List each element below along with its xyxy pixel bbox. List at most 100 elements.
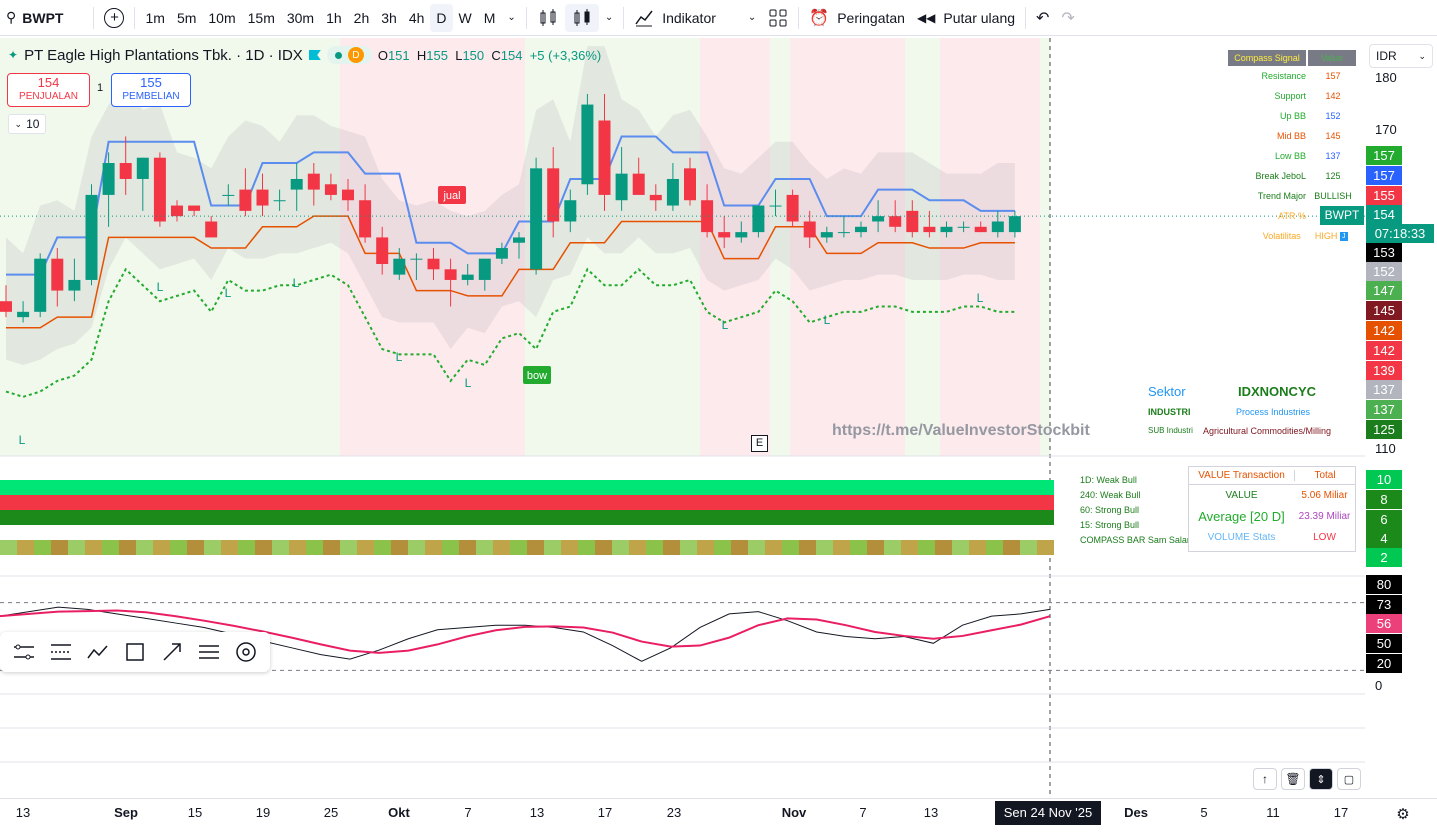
shape-tool[interactable] — [119, 636, 150, 668]
compass-bar-cell — [510, 510, 527, 525]
compass-bar-cell — [68, 540, 85, 555]
compass-bar-cell — [459, 540, 476, 555]
compass-bar-cell — [85, 480, 102, 495]
compass-bar-cell — [17, 540, 34, 555]
interval-2h[interactable]: 2h — [348, 4, 376, 32]
interval-M[interactable]: M — [478, 4, 502, 32]
time-axis[interactable]: 13 Sep 15 19 25 Okt 7 13 17 23 Nov 7 13 Des 5 11 17 Sen … — [0, 798, 1437, 833]
undo-button[interactable]: ↶ — [1030, 4, 1055, 32]
compass-bar-cell — [102, 495, 119, 510]
trend-lines-tool[interactable] — [8, 636, 39, 668]
compass-bar-cell — [136, 525, 153, 540]
collapse-pane-button[interactable]: ⇕ — [1309, 768, 1333, 790]
compass-bar-cell — [1003, 525, 1020, 540]
interval-1m[interactable]: 1m — [139, 4, 170, 32]
chevron-down-icon: ⌄ — [747, 12, 757, 23]
pattern-tool[interactable] — [82, 636, 113, 668]
text-tool[interactable] — [194, 636, 225, 668]
compass-bar-cell — [323, 510, 340, 525]
compass-bar-cell — [544, 480, 561, 495]
compass-bar-cell — [748, 495, 765, 510]
compass-bar-cell — [85, 525, 102, 540]
compass-bar-cell — [255, 510, 272, 525]
compass-bar-cell — [34, 540, 51, 555]
compass-bar-cell — [884, 510, 901, 525]
compass-bar-cell — [170, 525, 187, 540]
chart-type-more-button[interactable]: ⌄ — [599, 4, 619, 32]
compass-bar-cell — [986, 510, 1003, 525]
symbol-name: BWPT — [22, 9, 64, 26]
candle-body — [940, 226, 953, 233]
interval-1h[interactable]: 1h — [320, 4, 348, 32]
price-scale-label: 0 — [1375, 678, 1383, 693]
candle-body — [324, 184, 337, 195]
industri-row: INDUSTRI Process Industries — [1148, 407, 1358, 417]
interval-15m[interactable]: 15m — [242, 4, 281, 32]
maximize-pane-button[interactable]: ▢ — [1337, 768, 1361, 790]
buy-label: PEMBELIAN — [122, 91, 180, 102]
separator — [623, 6, 625, 29]
legend-title[interactable]: PT Eagle High Plantations Tbk. · 1D · ID… — [24, 47, 303, 64]
compass-row-value: 152 — [1325, 111, 1341, 121]
market-status-badge[interactable]: D — [326, 46, 372, 64]
compass-bar-cell — [204, 510, 221, 525]
compass-row: Break JeboL 125 — [1228, 166, 1356, 186]
interval-4h[interactable]: 4h — [403, 4, 431, 32]
compass-bar-cell — [0, 480, 17, 495]
interval-more-button[interactable]: ⌄ — [501, 4, 521, 32]
alert-button[interactable]: ⏰ Peringatan — [803, 4, 911, 32]
interval-30m[interactable]: 30m — [281, 4, 320, 32]
layout-button[interactable] — [762, 4, 794, 32]
interval-list: 1m 5m 10m 15m 30m 1h 2h 3h 4h D W M — [139, 3, 502, 32]
settings-button[interactable]: ⚙ — [1392, 803, 1414, 825]
compass-row-label: Resistance — [1261, 71, 1306, 81]
add-symbol-button[interactable]: + — [98, 4, 130, 32]
o-label: O — [377, 47, 388, 63]
compass-bar-cell — [1003, 510, 1020, 525]
indicator-collapse-button[interactable]: ⌄ 10 — [8, 114, 46, 134]
interval-5m[interactable]: 5m — [171, 4, 202, 32]
compass-bar-cell — [391, 480, 408, 495]
compass-bar-cell — [697, 480, 714, 495]
compass-bar-cell — [561, 495, 578, 510]
candle-type-button[interactable] — [564, 3, 599, 32]
compass-bar-cell — [969, 540, 986, 555]
compass-bar-cell — [187, 540, 204, 555]
scroll-up-button[interactable]: ↑ — [1253, 768, 1277, 790]
compass-bar-cell — [646, 540, 663, 555]
symbol-search[interactable]: ⚲ BWPT — [0, 4, 69, 32]
indicators-more-button[interactable]: ⌄ — [742, 4, 762, 32]
fib-tool[interactable] — [45, 636, 76, 668]
interval-W[interactable]: W — [453, 4, 478, 32]
compass-bar-cell — [833, 495, 850, 510]
compass-bar-cell — [816, 525, 833, 540]
compass-bar-cell — [340, 495, 357, 510]
earnings-marker[interactable]: E — [751, 435, 768, 452]
time-label: Nov — [781, 805, 807, 820]
compass-bar-cell — [544, 525, 561, 540]
compass-bar-cell — [119, 495, 136, 510]
compass-bar-cell — [204, 480, 221, 495]
measure-tool[interactable] — [231, 636, 262, 668]
alarm-clock-icon: ⏰ — [809, 9, 830, 27]
arrow-tool[interactable] — [157, 636, 188, 668]
replay-button[interactable]: ◀◀ Putar ulang — [911, 4, 1021, 32]
bar-style-button[interactable] — [531, 4, 565, 32]
redo-icon: ↷ — [1061, 9, 1075, 27]
compass-bar-cell — [459, 510, 476, 525]
interval-D[interactable]: D — [430, 3, 453, 32]
buy-button[interactable]: 155 PEMBELIAN — [111, 73, 191, 107]
redo-button[interactable]: ↷ — [1055, 4, 1080, 32]
compass-bar-cell — [272, 540, 289, 555]
compass-bar-cell — [714, 540, 731, 555]
interval-3h[interactable]: 3h — [375, 4, 403, 32]
delete-pane-button[interactable]: 🗑 — [1281, 768, 1305, 790]
search-icon: ⚲ — [6, 9, 17, 25]
sell-button[interactable]: 154 PENJUALAN — [7, 73, 90, 107]
compass-bar-cell — [544, 495, 561, 510]
price-tag: 07:18:33 — [1366, 224, 1434, 243]
interval-10m[interactable]: 10m — [202, 4, 241, 32]
currency-select[interactable]: IDR ⌄ — [1369, 44, 1433, 68]
indicators-button[interactable]: Indikator — [628, 4, 722, 32]
c-label: C — [491, 47, 501, 63]
